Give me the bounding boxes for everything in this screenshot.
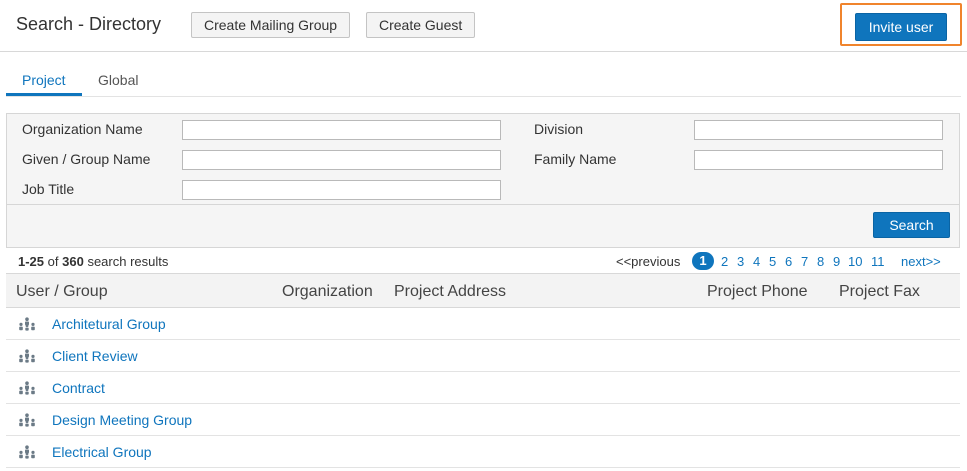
group-icon <box>18 317 36 331</box>
table-row: Architetural Group <box>6 308 960 340</box>
group-name-link[interactable]: Architetural Group <box>52 316 166 332</box>
pagination-page-9[interactable]: 9 <box>833 254 840 269</box>
pagination-page-7[interactable]: 7 <box>801 254 808 269</box>
invite-user-highlight: Invite user <box>840 3 962 46</box>
pagination-page-4[interactable]: 4 <box>753 254 760 269</box>
results-range: 1-25 <box>18 254 45 269</box>
results-of: of <box>47 254 59 269</box>
pagination-page-6[interactable]: 6 <box>785 254 792 269</box>
table-row: Client Review <box>6 340 960 372</box>
group-icon <box>18 349 36 363</box>
table-row: Contract <box>6 372 960 404</box>
organization-name-input[interactable] <box>182 120 501 140</box>
given-group-name-input[interactable] <box>182 150 501 170</box>
group-name-link[interactable]: Contract <box>52 380 105 396</box>
create-mailing-group-button[interactable]: Create Mailing Group <box>191 12 351 38</box>
page-title: Search - Directory <box>16 14 162 34</box>
group-icon <box>18 413 36 427</box>
pagination-page-10[interactable]: 10 <box>848 254 862 269</box>
results-suffix: search results <box>87 254 169 269</box>
pagination-page-3[interactable]: 3 <box>737 254 744 269</box>
pagination-page-11[interactable]: 11 <box>871 254 885 269</box>
search-filter-panel: Organization Name Division Given / Group… <box>6 113 960 248</box>
tab-project[interactable]: Project <box>22 72 66 88</box>
group-name-link[interactable]: Electrical Group <box>52 444 152 460</box>
pagination-previous[interactable]: <<previous <box>616 254 680 269</box>
page-header: Search - Directory Create Mailing Group … <box>0 0 967 52</box>
division-input[interactable] <box>694 120 943 140</box>
column-organization[interactable]: Organization <box>282 283 373 301</box>
create-guest-button[interactable]: Create Guest <box>366 12 476 38</box>
column-project-address[interactable]: Project Address <box>394 283 506 301</box>
column-project-phone[interactable]: Project Phone <box>707 283 808 301</box>
table-header: User / Group Organization Project Addres… <box>6 274 960 308</box>
pagination-page-8[interactable]: 8 <box>817 254 824 269</box>
search-button[interactable]: Search <box>873 212 950 238</box>
invite-user-button[interactable]: Invite user <box>855 13 947 41</box>
pagination-current-page[interactable]: 1 <box>692 252 714 270</box>
group-icon <box>18 381 36 395</box>
pagination-page-5[interactable]: 5 <box>769 254 776 269</box>
results-total: 360 <box>62 254 84 269</box>
pagination-next[interactable]: next>> <box>901 254 941 269</box>
job-title-label: Job Title <box>22 181 75 197</box>
active-tab-indicator <box>6 93 82 96</box>
results-count: 1-25 of 360 search results <box>18 254 168 269</box>
job-title-input[interactable] <box>182 180 501 200</box>
family-name-input[interactable] <box>694 150 943 170</box>
results-bar: 1-25 of 360 search results <<previous 1 … <box>6 248 960 274</box>
given-group-name-label: Given / Group Name <box>22 151 151 167</box>
table-row: Design Meeting Group <box>6 404 960 436</box>
column-user-group[interactable]: User / Group <box>16 283 108 301</box>
column-project-fax[interactable]: Project Fax <box>839 283 920 301</box>
filter-divider <box>7 204 959 205</box>
division-label: Division <box>534 121 584 137</box>
table-row: Electrical Group <box>6 436 960 468</box>
scope-tabs: Project Global <box>6 62 961 97</box>
family-name-label: Family Name <box>534 151 617 167</box>
group-icon <box>18 445 36 459</box>
pagination-page-2[interactable]: 2 <box>721 254 728 269</box>
tab-global[interactable]: Global <box>98 72 138 88</box>
organization-name-label: Organization Name <box>22 121 143 137</box>
group-name-link[interactable]: Client Review <box>52 348 138 364</box>
group-name-link[interactable]: Design Meeting Group <box>52 412 192 428</box>
